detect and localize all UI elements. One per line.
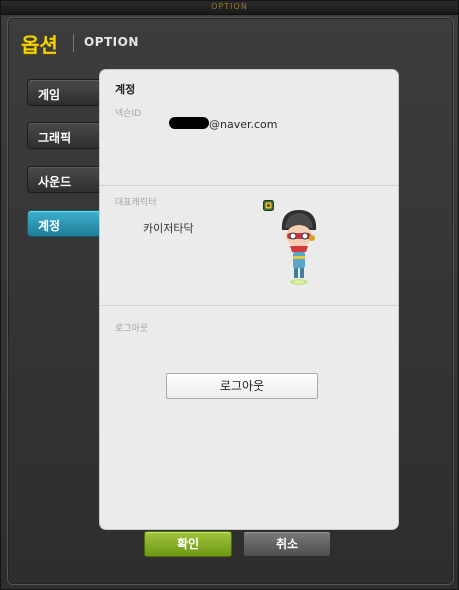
section-divider-2 bbox=[100, 305, 398, 306]
guild-emblem-icon bbox=[263, 200, 274, 211]
rep-character-name: 카이저타닥 bbox=[143, 222, 194, 235]
window-title-english: OPTION bbox=[84, 35, 139, 49]
window-title-korean: 옵션 bbox=[21, 33, 58, 57]
redacted-id-mark bbox=[169, 117, 209, 129]
title-divider bbox=[73, 34, 74, 52]
panel-title: 계정 bbox=[115, 83, 136, 96]
confirm-button[interactable]: 확인 bbox=[144, 531, 232, 557]
tab-account-label: 계정 bbox=[38, 219, 61, 233]
character-avatar-icon bbox=[281, 210, 317, 285]
cancel-button[interactable]: 취소 bbox=[243, 531, 331, 557]
section-divider-1 bbox=[100, 185, 398, 186]
tab-graphic-label: 그래픽 bbox=[38, 131, 72, 145]
account-panel: 계정 넥슨ID @naver.com 대표캐릭터 카이저타닥 로그아웃 로그아웃 bbox=[100, 70, 398, 529]
logout-label: 로그아웃 bbox=[115, 324, 149, 334]
nexon-id-label: 넥슨ID bbox=[115, 109, 142, 119]
tab-sound-label: 사운드 bbox=[38, 175, 72, 189]
logout-button[interactable]: 로그아웃 bbox=[166, 373, 318, 399]
options-window: OPTION 옵션 OPTION 게임 그래픽 사운드 계정 계정 넥슨ID @… bbox=[0, 0, 459, 590]
rep-character-label: 대표캐릭터 bbox=[115, 198, 157, 208]
tab-game-label: 게임 bbox=[38, 88, 61, 102]
window-topbar[interactable]: OPTION bbox=[1, 1, 458, 15]
nexon-id-value: @naver.com bbox=[209, 118, 278, 131]
topbar-title: OPTION bbox=[211, 2, 248, 11]
